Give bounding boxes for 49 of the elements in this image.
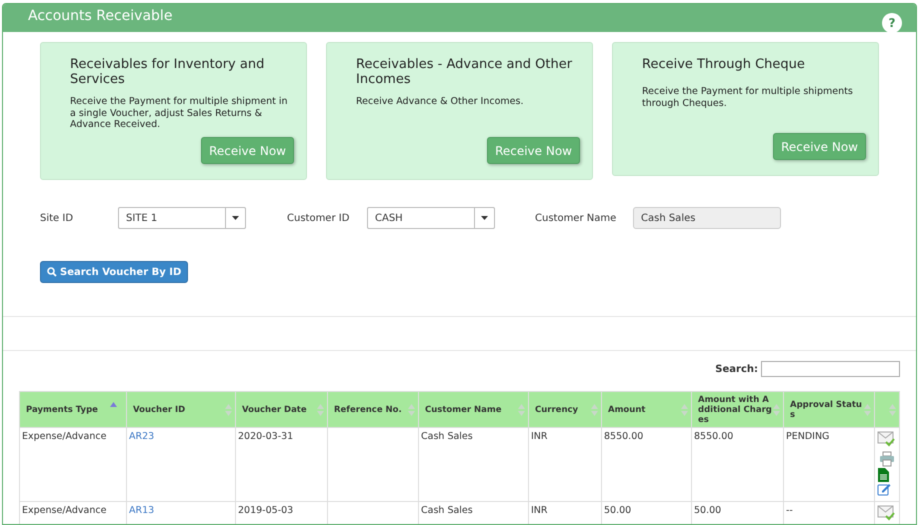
field-label: Customer ID (287, 212, 350, 226)
edit-icon[interactable] (877, 482, 891, 496)
document-icon[interactable] (878, 468, 889, 482)
column-header[interactable]: Voucher ID (126, 392, 236, 428)
readonly-field: Cash Sales (633, 207, 781, 229)
column-header[interactable]: Voucher Date (236, 392, 328, 428)
column-header[interactable]: Reference No. (328, 392, 418, 428)
printer-icon[interactable] (879, 451, 895, 467)
table-cell: Expense/Advance (20, 502, 126, 524)
column-header[interactable]: Amount with Additional Charges (692, 392, 784, 428)
column-header[interactable]: Payments Type (20, 392, 126, 428)
card-description: Receive the Payment for multiple shipments through Cheques. (642, 86, 854, 109)
search-voucher-button[interactable]: Search Voucher By ID (40, 261, 188, 283)
table-cell: Expense/Advance (20, 428, 126, 502)
voucher-link[interactable]: AR13 (126, 502, 236, 524)
column-header[interactable]: Amount (602, 392, 692, 428)
search-icon (47, 267, 57, 277)
envelope-check-icon[interactable] (877, 505, 895, 521)
table-cell: 2019-05-03 (236, 502, 328, 524)
table-cell: 8550.00 (692, 428, 784, 502)
card-title: Receive Through Cheque (642, 57, 806, 72)
card-description: Receive Advance & Other Incomes. (356, 96, 524, 108)
column-header[interactable]: Customer Name (418, 392, 528, 428)
column-header[interactable]: Approval Status (784, 392, 874, 428)
table-cell: 50.00 (602, 502, 692, 524)
field-label: Customer Name (535, 212, 618, 226)
table-cell: Cash Sales (418, 502, 528, 524)
envelope-check-icon[interactable] (877, 431, 895, 447)
table-cell: Cash Sales (418, 428, 528, 502)
search-label: Search: (715, 362, 758, 376)
table-cell: 50.00 (692, 502, 784, 524)
voucher-link[interactable]: AR23 (126, 428, 236, 502)
dropdown[interactable]: CASH (367, 207, 495, 229)
field-label: Site ID (40, 212, 74, 226)
page-title: Accounts Receivable (28, 6, 172, 26)
card-title: Receivables - Advance and Other Incomes (356, 57, 574, 87)
caret-icon (232, 216, 239, 220)
dropdown[interactable]: SITE 1 (118, 207, 246, 229)
table-cell: PENDING (784, 428, 874, 502)
table-cell: 2020-03-31 (236, 428, 328, 502)
table-cell: INR (528, 428, 602, 502)
table-search-field[interactable] (761, 361, 900, 377)
table-cell: 8550.00 (602, 428, 692, 502)
card-title: Receivables for Inventory and Services (70, 57, 266, 87)
help-button[interactable]: ? (882, 13, 902, 33)
column-header[interactable]: Currency (528, 392, 602, 428)
caret-icon (481, 216, 488, 220)
card-description: Receive the Payment for multiple shipment in a single Voucher, adjust Sales Returns & Advance Received. (70, 96, 288, 130)
table-cell: -- (784, 502, 874, 524)
